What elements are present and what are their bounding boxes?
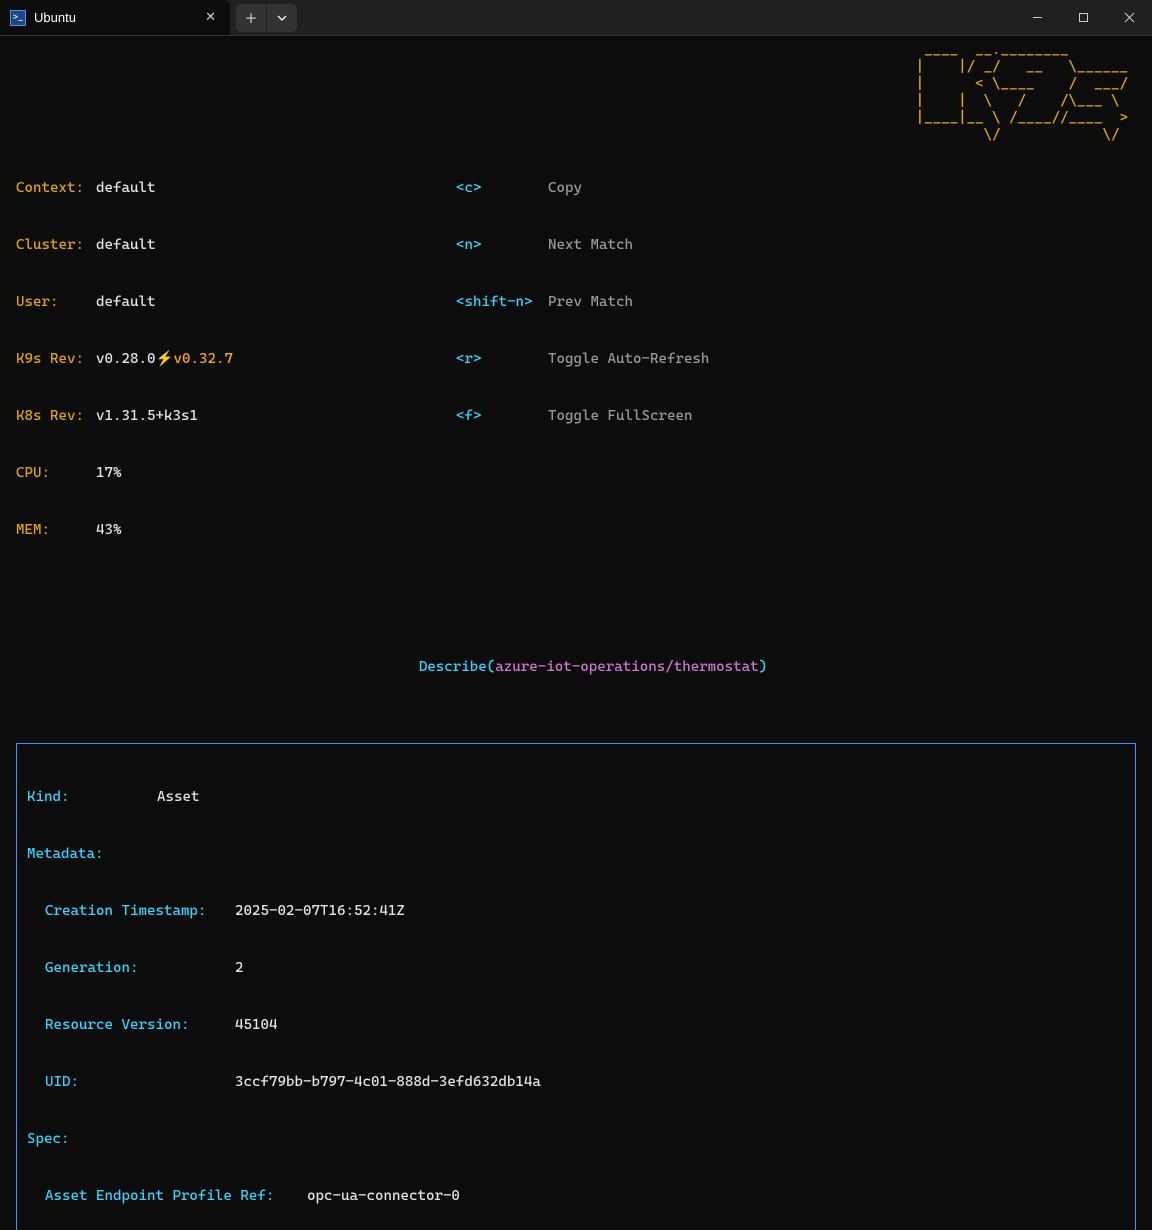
cluster-label: Cluster: bbox=[16, 236, 96, 255]
context-value: default bbox=[96, 179, 155, 198]
mem-value: 43% bbox=[96, 521, 122, 540]
new-tab-button[interactable]: ＋ bbox=[236, 4, 266, 32]
minimize-button[interactable] bbox=[1014, 0, 1060, 36]
k9s-rev-value: v0.28.0 bbox=[96, 350, 155, 369]
cpu-label: CPU: bbox=[16, 464, 96, 483]
bolt-icon: ⚡ bbox=[155, 350, 173, 369]
cpu-value: 17% bbox=[96, 464, 122, 483]
user-value: default bbox=[96, 293, 155, 312]
shortcut-n-key: <n> bbox=[456, 236, 548, 255]
window-controls bbox=[1014, 0, 1152, 35]
tab-title: Ubuntu bbox=[34, 10, 76, 25]
shortcut-shiftn-desc: Prev Match bbox=[548, 293, 633, 312]
describe-box: Kind:Asset Metadata: Creation Timestamp:… bbox=[16, 743, 1136, 1230]
maximize-button[interactable] bbox=[1060, 0, 1106, 36]
k8s-rev-value: v1.31.5+k3s1 bbox=[96, 407, 198, 426]
shortcut-r-key: <r> bbox=[456, 350, 548, 369]
uid-value: 3ccf79bb-b797-4c01-888d-3efd632db14a bbox=[235, 1073, 541, 1092]
k9s-rev-update: v0.32.7 bbox=[174, 350, 233, 369]
powershell-icon: >_ bbox=[10, 10, 26, 26]
context-label: Context: bbox=[16, 179, 96, 198]
k9s-rev-label: K9s Rev: bbox=[16, 350, 96, 369]
kind-label: Kind: bbox=[27, 788, 157, 807]
aep-ref-value: opc-ua-connector-0 bbox=[307, 1187, 460, 1206]
resource-version-value: 45104 bbox=[235, 1016, 277, 1035]
shortcut-shiftn-key: <shift-n> bbox=[456, 293, 548, 312]
shortcut-c-desc: Copy bbox=[548, 179, 582, 198]
tab-ubuntu[interactable]: >_ Ubuntu ✕ bbox=[0, 0, 230, 35]
header-info: Context:default Cluster:default User:def… bbox=[16, 141, 1136, 578]
new-tab-group: ＋ bbox=[230, 0, 303, 35]
creation-ts-value: 2025-02-07T16:52:41Z bbox=[235, 902, 405, 921]
shortcut-f-key: <f> bbox=[456, 407, 548, 426]
cluster-value: default bbox=[96, 236, 155, 255]
shortcut-n-desc: Next Match bbox=[548, 236, 633, 255]
mem-label: MEM: bbox=[16, 521, 96, 540]
describe-resource: azure-iot-operations/thermostat bbox=[495, 659, 758, 675]
metadata-label: Metadata: bbox=[27, 845, 103, 864]
k8s-rev-label: K8s Rev: bbox=[16, 407, 96, 426]
generation-value: 2 bbox=[235, 959, 244, 978]
shortcut-c-key: <c> bbox=[456, 179, 548, 198]
creation-ts-label: Creation Timestamp: bbox=[45, 902, 235, 921]
generation-label: Generation: bbox=[45, 959, 235, 978]
titlebar: >_ Ubuntu ✕ ＋ bbox=[0, 0, 1152, 36]
k9s-ascii-logo: ____ __.________ | |/ _/ __ \______ | < … bbox=[916, 42, 1128, 144]
resource-version-label: Resource Version: bbox=[45, 1016, 235, 1035]
user-label: User: bbox=[16, 293, 96, 312]
describe-title: Describe(azure-iot-operations/thermostat… bbox=[16, 639, 1136, 696]
spec-label: Spec: bbox=[27, 1130, 69, 1149]
close-tab-icon[interactable]: ✕ bbox=[205, 10, 216, 25]
terminal-area[interactable]: ____ __.________ | |/ _/ __ \______ | < … bbox=[0, 36, 1152, 1230]
tab-dropdown-button[interactable] bbox=[267, 4, 297, 32]
shortcut-r-desc: Toggle Auto-Refresh bbox=[548, 350, 709, 369]
shortcut-f-desc: Toggle FullScreen bbox=[548, 407, 692, 426]
close-window-button[interactable] bbox=[1106, 0, 1152, 36]
kind-value: Asset bbox=[157, 788, 199, 807]
uid-label: UID: bbox=[45, 1073, 235, 1092]
aep-ref-label: Asset Endpoint Profile Ref: bbox=[45, 1187, 307, 1206]
